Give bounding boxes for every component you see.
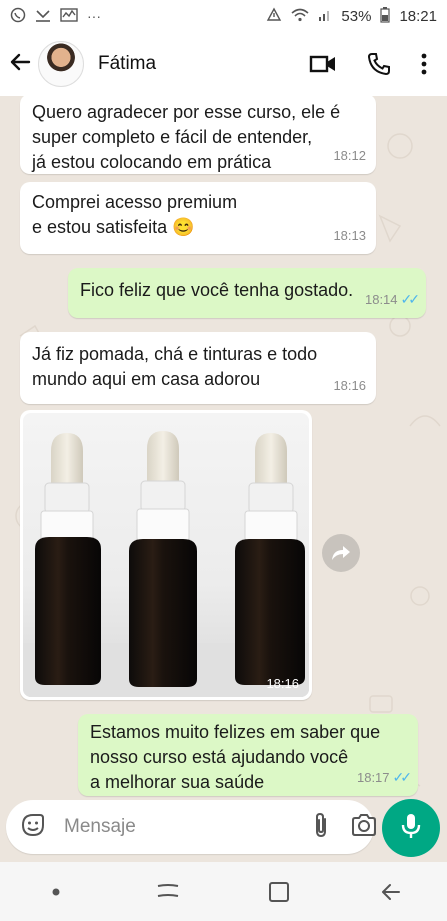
message-incoming[interactable]: Quero agradecer por esse curso, ele é su… <box>20 96 376 174</box>
message-time: 18:14 ✓✓ <box>364 291 421 307</box>
message-outgoing[interactable]: Fico feliz que você tenha gostado. 18:14… <box>68 268 426 318</box>
message-input[interactable] <box>62 815 311 839</box>
status-time: 18:21 <box>399 7 437 25</box>
alarm-icon <box>266 7 282 26</box>
signal-icon <box>318 8 332 25</box>
back-icon[interactable] <box>361 880 421 904</box>
video-call-icon[interactable] <box>309 53 337 75</box>
missed-call-icon <box>35 7 51 26</box>
message-input-container[interactable] <box>6 800 377 854</box>
message-outgoing[interactable]: Estamos muito felizes em saber que nosso… <box>78 714 418 796</box>
chat-header: Fátima <box>0 32 447 96</box>
home-icon[interactable] <box>249 880 309 904</box>
more-dots-icon: ··· <box>87 8 101 24</box>
input-bar <box>0 799 447 858</box>
message-text: Comprei acesso premium e estou satisfeit… <box>32 192 238 237</box>
message-time: 18:13 <box>333 228 366 243</box>
battery-percent: 53% <box>341 7 372 25</box>
message-text: Fico feliz que você tenha gostado. <box>80 280 354 300</box>
sticker-icon[interactable] <box>20 812 46 843</box>
read-ticks-icon: ✓✓ <box>392 769 413 785</box>
bottles-photo[interactable]: 18:16 <box>23 413 309 697</box>
read-ticks-icon: ✓✓ <box>400 291 421 307</box>
whatsapp-icon <box>10 7 26 26</box>
dot-icon[interactable] <box>26 888 86 896</box>
message-time: 18:16 <box>333 378 366 393</box>
wifi-icon <box>291 8 309 25</box>
message-text: Já fiz pomada, chá e tinturas e todo mun… <box>32 344 318 389</box>
battery-icon <box>380 6 391 26</box>
mic-icon <box>401 812 421 845</box>
menu-icon[interactable] <box>421 53 427 75</box>
attach-icon[interactable] <box>311 812 331 843</box>
avatar[interactable] <box>38 41 84 87</box>
phone-icon[interactable] <box>367 52 391 76</box>
message-incoming[interactable]: Já fiz pomada, chá e tinturas e todo mun… <box>20 332 376 404</box>
mic-button[interactable] <box>382 799 440 857</box>
bottles-image <box>23 431 309 697</box>
image-time: 18:16 <box>266 676 299 691</box>
camera-icon[interactable] <box>351 813 377 841</box>
message-time: 18:12 <box>333 148 366 163</box>
nav-bar <box>0 862 447 921</box>
recents-icon[interactable] <box>138 882 198 902</box>
message-time: 18:17 ✓✓ <box>356 769 413 785</box>
status-bar: ··· 53% 18:21 <box>0 0 447 32</box>
image-message[interactable]: 18:16 <box>20 410 312 700</box>
back-arrow-icon[interactable] <box>6 49 34 80</box>
contact-name[interactable]: Fátima <box>98 53 309 75</box>
chat-area[interactable]: Quero agradecer por esse curso, ele é su… <box>0 96 447 800</box>
message-text: Quero agradecer por esse curso, ele é su… <box>32 102 341 172</box>
message-incoming[interactable]: Comprei acesso premium e estou satisfeit… <box>20 182 376 254</box>
forward-icon[interactable] <box>322 534 360 572</box>
activity-icon <box>60 7 78 26</box>
